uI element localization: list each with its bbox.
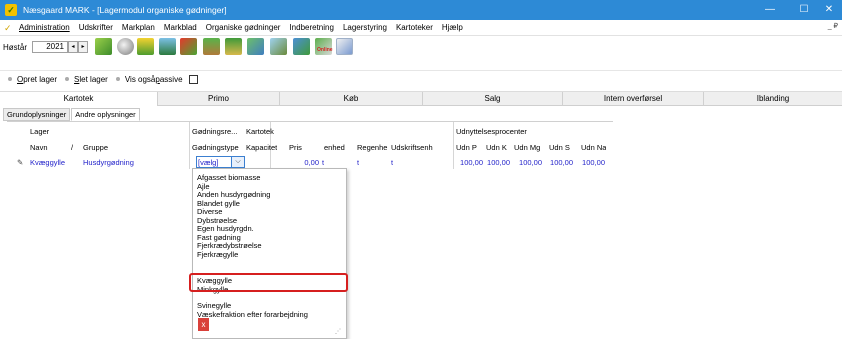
barn-icon[interactable] bbox=[203, 38, 220, 55]
cell-regenhed[interactable]: t bbox=[357, 158, 359, 167]
show-passive-checkbox[interactable] bbox=[188, 74, 198, 84]
chevron-down-icon[interactable]: ⌵ bbox=[231, 157, 244, 167]
barcode-icon[interactable] bbox=[293, 38, 310, 55]
group-header-lager: Lager bbox=[30, 127, 50, 136]
menu-logo-icon: ✓ bbox=[4, 22, 12, 33]
bullet-icon bbox=[115, 77, 120, 81]
report-icon[interactable] bbox=[270, 38, 287, 55]
godningstype-dropdown: Afgasset biomasse Ajle Anden husdyrgødni… bbox=[192, 168, 347, 339]
sort-indicator-icon: / bbox=[71, 143, 74, 152]
menu-organiske-godninger[interactable]: Organiske gødninger bbox=[206, 23, 281, 32]
storage-icon[interactable] bbox=[247, 38, 264, 55]
tab-grundoplysninger[interactable]: Grundoplysninger bbox=[3, 108, 71, 121]
menu-markplan[interactable]: Markplan bbox=[122, 23, 155, 32]
cell-enhed[interactable]: t bbox=[322, 158, 324, 167]
field-plan-icon[interactable] bbox=[95, 38, 112, 55]
col-header-pris[interactable]: Pris bbox=[289, 143, 302, 152]
group-header-udnyttelse: Udnyttelsesprocenter bbox=[456, 127, 527, 136]
godningstype-select[interactable]: [vælg] ⌵ bbox=[196, 156, 245, 168]
tab-iblanding[interactable]: Iblanding bbox=[704, 92, 842, 106]
dropdown-close-icon[interactable]: x bbox=[198, 318, 209, 331]
dropdown-option[interactable]: Fjerkrægylle bbox=[197, 250, 238, 260]
col-header-navn[interactable]: Navn bbox=[30, 143, 48, 152]
tractor-icon[interactable] bbox=[225, 38, 242, 55]
group-header-kartotek: Kartotek bbox=[246, 127, 274, 136]
menu-hjaelp[interactable]: Hjælp bbox=[442, 23, 463, 32]
menu-markblad[interactable]: Markblad bbox=[164, 23, 197, 32]
col-header-kapacitet[interactable]: Kapacitet bbox=[246, 143, 277, 152]
menu-label: Administration bbox=[19, 23, 70, 32]
crop-icon[interactable] bbox=[137, 38, 154, 55]
sprayer-icon[interactable] bbox=[180, 38, 197, 55]
year-input[interactable]: 2021 bbox=[32, 41, 68, 53]
selection-highlight bbox=[189, 273, 348, 292]
app-logo-icon: ✓ bbox=[5, 4, 17, 16]
column-divider bbox=[189, 122, 190, 169]
col-header-udn-k[interactable]: Udn K bbox=[486, 143, 507, 152]
column-divider bbox=[453, 122, 454, 169]
calendar-icon[interactable] bbox=[336, 38, 353, 55]
menu-lagerstyring[interactable]: Lagerstyring bbox=[343, 23, 387, 32]
fertilizer-icon[interactable] bbox=[117, 38, 134, 55]
year-next-button[interactable]: ▸ bbox=[78, 41, 88, 53]
resize-grip-icon[interactable]: ⋰ bbox=[335, 328, 341, 335]
col-header-udn-na[interactable]: Udn Na bbox=[581, 143, 606, 152]
year-prev-button[interactable]: ◂ bbox=[68, 41, 78, 53]
tab-kartotek[interactable]: Kartotek bbox=[0, 92, 158, 106]
minimize-button[interactable]: — bbox=[752, 0, 788, 20]
row-edit-marker-icon: ✎ bbox=[17, 158, 24, 167]
create-storage-label: pret lager bbox=[23, 74, 58, 84]
mdi-controls[interactable]: _ ₽ bbox=[828, 22, 838, 30]
create-storage-link[interactable]: Opret lager bbox=[8, 75, 57, 84]
col-header-enhed[interactable]: enhed bbox=[324, 143, 345, 152]
show-passive-label-rest: assive bbox=[159, 74, 183, 84]
tab-primo[interactable]: Primo bbox=[158, 92, 280, 106]
cell-udn-k[interactable]: 100,00 bbox=[486, 158, 510, 167]
cell-gruppe[interactable]: Husdyrgødning bbox=[83, 158, 134, 167]
col-header-regenhed[interactable]: Regenhe bbox=[357, 143, 391, 152]
bullet-icon bbox=[65, 77, 70, 81]
tab-intern-overforsel[interactable]: Intern overførsel bbox=[563, 92, 704, 106]
cell-udn-p[interactable]: 100,00 bbox=[459, 158, 483, 167]
online-icon[interactable]: Online bbox=[315, 38, 333, 55]
bullet-icon bbox=[8, 77, 12, 81]
show-passive-label: Vis også bbox=[124, 74, 156, 84]
tab-salg[interactable]: Salg bbox=[423, 92, 563, 106]
main-tabs: Kartotek Primo Køb Salg Intern overførse… bbox=[0, 91, 842, 106]
title-bar: ✓ Næsgaard MARK - [Lagermodul organiske … bbox=[0, 0, 842, 20]
col-header-gruppe[interactable]: Gruppe bbox=[83, 143, 108, 152]
year-label: Høstår bbox=[3, 43, 27, 52]
col-header-udskriftsenhed[interactable]: Udskriftsenh bbox=[391, 143, 453, 152]
col-header-godningstype[interactable]: Gødningstype bbox=[192, 143, 244, 152]
tab-andre-oplysninger[interactable]: Andre oplysninger bbox=[71, 108, 140, 121]
show-passive-toggle[interactable]: Vis også p assive bbox=[115, 74, 198, 84]
field-map-icon[interactable] bbox=[159, 38, 176, 55]
menu-udskrifter[interactable]: Udskrifter bbox=[79, 23, 113, 32]
menu-administration[interactable]: Administration bbox=[19, 23, 70, 32]
menu-indberetning[interactable]: Indberetning bbox=[289, 23, 333, 32]
close-button[interactable]: ✕ bbox=[816, 0, 842, 20]
cell-udn-na[interactable]: 100,00 bbox=[581, 158, 605, 167]
cell-udn-mg[interactable]: 100,00 bbox=[518, 158, 542, 167]
delete-storage-label: let lager bbox=[79, 74, 108, 84]
online-label: Online bbox=[317, 47, 333, 53]
cell-udskriftsenhed[interactable]: t bbox=[391, 158, 393, 167]
window-title: Næsgaard MARK - [Lagermodul organiske gø… bbox=[23, 5, 227, 15]
menu-kartoteker[interactable]: Kartoteker bbox=[396, 23, 433, 32]
toolbar: Høstår 2021 ◂ ▸ Online bbox=[0, 37, 842, 71]
cell-udn-s[interactable]: 100,00 bbox=[549, 158, 573, 167]
dropdown-option[interactable]: Væskefraktion efter forarbejdning bbox=[197, 310, 308, 320]
sub-tabs: Grundoplysninger Andre oplysninger bbox=[0, 108, 141, 121]
delete-storage-link[interactable]: Slet lager bbox=[65, 75, 108, 84]
action-bar: Opret lager Slet lager Vis også p assive bbox=[0, 71, 842, 87]
cell-navn[interactable]: Kvæggylle bbox=[30, 158, 65, 167]
menu-bar: ✓ Administration Udskrifter Markplan Mar… bbox=[0, 20, 842, 36]
tab-kob[interactable]: Køb bbox=[280, 92, 423, 106]
col-header-udn-p[interactable]: Udn P bbox=[456, 143, 477, 152]
cell-pris[interactable]: 0,00 bbox=[303, 158, 319, 167]
col-header-udn-s[interactable]: Udn S bbox=[549, 143, 570, 152]
col-header-udn-mg[interactable]: Udn Mg bbox=[514, 143, 540, 152]
godningstype-value: [vælg] bbox=[198, 158, 219, 167]
